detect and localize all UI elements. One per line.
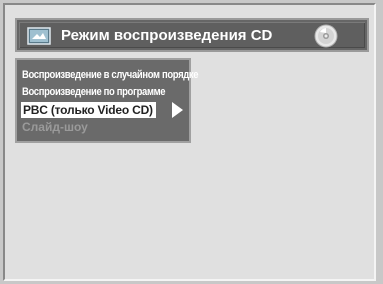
screen-icon — [27, 27, 51, 45]
menu-item-program-playback[interactable]: Воспроизведение по программе — [22, 86, 166, 99]
cd-disc-icon — [314, 24, 338, 48]
menu-item-pbc[interactable]: PBC (только Video CD) — [21, 102, 156, 118]
osd-screen: Режим воспроизведения CD Воспроизведение… — [3, 3, 376, 281]
arrow-right-icon — [172, 102, 183, 118]
title-bar: Режим воспроизведения CD — [15, 18, 369, 52]
title-bar-inner: Режим воспроизведения CD — [19, 22, 365, 48]
page-title: Режим воспроизведения CD — [61, 27, 273, 44]
menu-item-slideshow: Слайд-шоу — [22, 120, 88, 134]
menu-item-random-playback[interactable]: Воспроизведение в случайном порядке — [22, 69, 199, 82]
playback-mode-menu: Воспроизведение в случайном порядке Восп… — [15, 58, 199, 143]
